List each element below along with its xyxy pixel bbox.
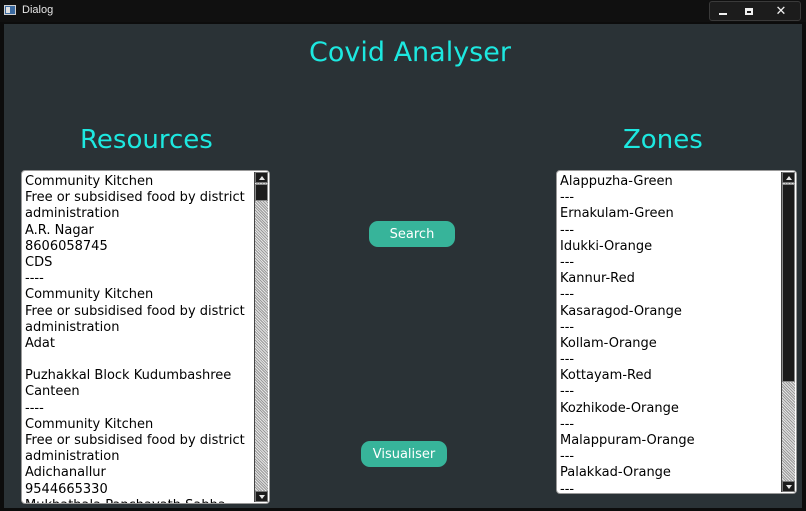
list-item: --- xyxy=(560,254,575,270)
list-item: Kasaragod-Orange xyxy=(560,303,682,319)
list-item: administration xyxy=(25,319,120,335)
arrow-up-icon xyxy=(259,176,265,180)
list-item: administration xyxy=(25,206,120,222)
list-item: Palakkad-Orange xyxy=(560,465,671,481)
resources-heading: Resources xyxy=(80,125,213,155)
arrow-down-icon xyxy=(786,485,792,489)
resources-list[interactable]: Community Kitchen Free or subsidised food… xyxy=(21,170,270,504)
app-icon xyxy=(4,5,16,15)
dialog-window: Dialog ✕ Covid Analyser Resources Zones … xyxy=(0,0,806,511)
list-item: --- xyxy=(560,384,575,400)
list-item: Idukki-Orange xyxy=(560,238,653,254)
list-item: --- xyxy=(560,449,575,465)
minimize-button[interactable] xyxy=(710,2,736,20)
zones-list[interactable]: Alappuzha-Green --- Ernakulam-Green --- Iduk… xyxy=(556,170,797,494)
list-item: Free or subsidised food by district xyxy=(25,190,245,206)
list-item: Adichanallur xyxy=(25,465,106,481)
close-icon: ✕ xyxy=(775,3,787,19)
app-title: Covid Analyser xyxy=(309,37,511,68)
list-item: administration xyxy=(25,449,120,465)
dialog-content: Covid Analyser Resources Zones Community… xyxy=(4,24,802,508)
list-item: Canteen xyxy=(25,384,80,400)
list-item: --- xyxy=(560,416,575,432)
list-item: Puzhakkal Block Kudumbashree xyxy=(25,368,232,384)
minimize-icon xyxy=(719,12,727,15)
scroll-thumb[interactable] xyxy=(782,184,795,382)
list-item: 9544665330 xyxy=(25,481,108,497)
list-item: Community Kitchen xyxy=(25,287,154,303)
scroll-up-button[interactable] xyxy=(782,172,795,183)
scroll-down-button[interactable] xyxy=(782,481,795,492)
list-item: --- xyxy=(560,319,575,335)
list-item: Community Kitchen xyxy=(25,174,154,189)
list-item: --- xyxy=(560,287,575,303)
list-item: ---- xyxy=(25,271,44,287)
list-item: Free or subsidised food by district xyxy=(25,433,245,448)
zones-list-content: Alappuzha-Green --- Ernakulam-Green --- Iduk… xyxy=(560,174,780,494)
resources-scrollbar[interactable] xyxy=(254,172,268,502)
list-item: Alappuzha-Green xyxy=(560,174,673,189)
list-item: Kollam-Orange xyxy=(560,335,657,351)
list-item: --- xyxy=(560,352,575,368)
scroll-down-button[interactable] xyxy=(255,491,268,502)
window-title: Dialog xyxy=(22,4,54,16)
list-item: Kozhikode-Orange xyxy=(560,400,679,416)
list-item: Ernakulam-Green xyxy=(560,206,674,222)
list-item: Adat xyxy=(25,335,55,351)
zones-scrollbar[interactable] xyxy=(781,172,795,492)
list-item: A.R. Nagar xyxy=(25,222,94,238)
arrow-up-icon xyxy=(786,176,792,180)
title-bar: Dialog ✕ xyxy=(0,0,806,22)
window-controls: ✕ xyxy=(709,1,801,21)
maximize-icon xyxy=(745,7,753,15)
list-item xyxy=(25,352,253,368)
list-item: --- xyxy=(560,481,575,494)
scroll-thumb[interactable] xyxy=(255,184,268,201)
resources-list-content: Community Kitchen Free or subsidised food… xyxy=(25,174,253,503)
zones-heading: Zones xyxy=(623,125,703,155)
close-button[interactable]: ✕ xyxy=(762,2,800,20)
list-item: Free or subsidised food by district xyxy=(25,303,245,319)
maximize-button[interactable] xyxy=(736,2,762,20)
search-button[interactable]: Search xyxy=(369,221,455,247)
list-item: ---- xyxy=(25,400,44,416)
list-item: Kannur-Red xyxy=(560,271,635,287)
list-item: Community Kitchen xyxy=(25,416,154,432)
list-item: Mukhathala Panchayath Sabha xyxy=(25,498,253,503)
list-item: Kottayam-Red xyxy=(560,368,652,384)
arrow-down-icon xyxy=(259,495,265,499)
visualiser-button[interactable]: Visualiser xyxy=(361,441,447,467)
list-item: --- xyxy=(560,190,575,206)
list-item: CDS xyxy=(25,254,53,270)
list-item: Malappuram-Orange xyxy=(560,433,695,448)
list-item: 8606058745 xyxy=(25,238,108,254)
list-item: --- xyxy=(560,222,575,238)
scroll-up-button[interactable] xyxy=(255,172,268,183)
